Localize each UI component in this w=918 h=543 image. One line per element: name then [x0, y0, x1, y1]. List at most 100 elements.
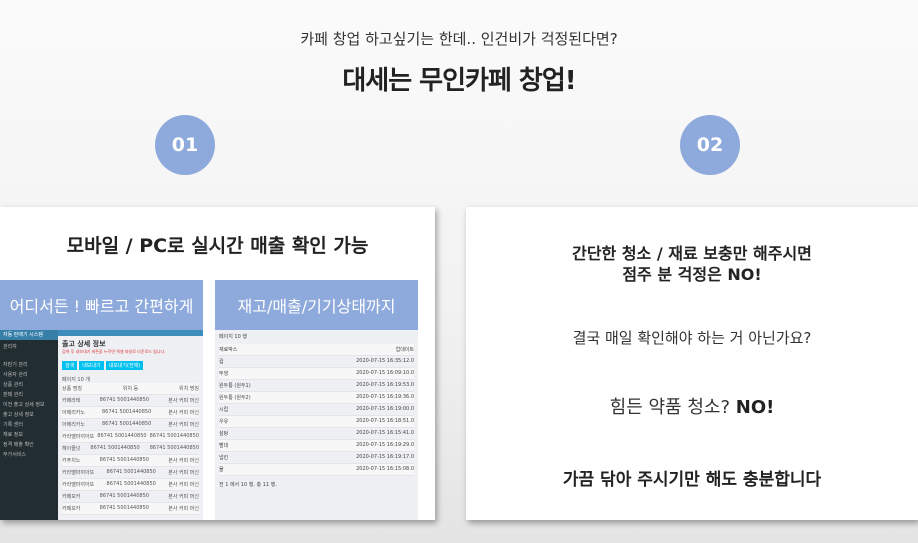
table-cell: 원두통 (원두2)	[219, 395, 251, 401]
table-cell: 아메리카노	[62, 422, 86, 428]
sidebar-item[interactable]: 기록 센터	[0, 418, 58, 428]
table-row: 시럽 2020-07-15 16:19:00.0	[219, 404, 414, 416]
table-cell: 86741 5001440850	[99, 397, 149, 403]
subtitle: 카페 창업 하고싶기는 한데.. 인건비가 걱정된다면?	[300, 30, 618, 48]
column-header: 재료박스	[219, 347, 238, 353]
sidebar-item[interactable]: 판매 관리	[0, 388, 58, 398]
table-cell: 카푸치노	[62, 458, 81, 464]
table-row: 카라멜마끼아또 86741 5001440850 86741 5001440850	[62, 431, 199, 443]
column-header: 위치 등	[122, 386, 139, 392]
feature-card-monitoring: 모바일 / PC로 실시간 매출 확인 가능 어디서든 ! 빠르고 간편하게 자…	[0, 207, 435, 520]
notice: 검색 후 내보내기 버튼을 누르면 엑셀 파일로 다운로드 됩니다.	[62, 349, 166, 354]
card-heading: 모바일 / PC로 실시간 매출 확인 가능	[66, 235, 369, 257]
table-cell: 본사 커피 머신	[168, 482, 199, 488]
table-cell: 86741 5001440850	[90, 445, 140, 451]
table-cell: 86741 5001440850	[99, 457, 149, 463]
table-cell: 설탕	[219, 431, 229, 437]
admin-main: 출고 상세 정보 검색 후 내보내기 버튼을 누르면 엑셀 파일로 다운로드 됩…	[58, 330, 203, 520]
sidebar-item[interactable]: 사용자 관리	[0, 368, 58, 378]
table-row: 컵 2020-07-15 16:35:12.0	[219, 356, 414, 368]
table-cell: 86741 5001440850	[99, 493, 149, 499]
table-row: 카라멜마끼아또 86741 5001440850 본사 커피 머신	[62, 479, 199, 491]
table-cell: 카페모카	[62, 506, 81, 512]
table-cell: 본사 커피 머신	[168, 506, 199, 512]
table-cell: 본사 커피 머신	[168, 458, 199, 464]
sidebar-item[interactable]: 부가서비스	[0, 448, 58, 458]
table-row: 우유 2020-07-15 16:18:51.0	[219, 416, 414, 428]
table-cell: 카페모카	[62, 494, 81, 500]
sidebar-item[interactable]: 상품 관리	[0, 378, 58, 388]
table-row: 헤이즐넛 86741 5001440850 86741 5001440850	[62, 443, 199, 455]
table-row: 카페라테 86741 5001440850 본사 커피 머신	[62, 395, 199, 407]
table-cell: 2020-07-15 16:19:29.0	[356, 442, 414, 448]
table-row: 카푸치노 86741 5001440850 본사 커피 머신	[62, 455, 199, 467]
table-cell: 본사 커피 머신	[168, 494, 199, 500]
table-cell: 본사 커피 머신	[168, 410, 199, 416]
sidebar-item[interactable]: 출고 상세 정보	[0, 408, 58, 418]
table-row: 원두통 (원두2) 2020-07-15 16:19:36.0	[219, 392, 414, 404]
cleaning-question: 힘든 약품 청소?	[609, 397, 731, 418]
table-cell: 카라멜마끼아또	[62, 434, 95, 440]
table-cell: 2020-07-15 16:19:36.0	[356, 394, 414, 400]
table-cell: 본사 커피 머신	[168, 470, 199, 476]
table-cell: 2020-07-15 16:15:41.0	[356, 430, 414, 436]
table-cell: 카라멜마끼아또	[62, 470, 95, 476]
table-header: 재료박스 업데이트	[219, 344, 414, 356]
table-cell: 냅킨	[219, 455, 229, 461]
table-row: 설탕 2020-07-15 16:15:41.0	[219, 428, 414, 440]
table-cell: 우유	[219, 419, 229, 425]
table-row: 물 2020-07-15 16:15:08.0	[219, 464, 414, 476]
table-cell: 2020-07-15 16:35:12.0	[356, 358, 414, 364]
headline-1: 간단한 청소 / 재료 보충만 해주시면	[572, 244, 812, 263]
table-cell: 86741 5001440850	[149, 433, 199, 439]
table-cell: 86741 5001440850	[149, 445, 199, 451]
table-cell: 2020-07-15 16:18:51.0	[356, 418, 414, 424]
sidebar-item[interactable]: 재료 정보	[0, 428, 58, 438]
table-cell: 86741 5001440850	[106, 481, 156, 487]
table-cell: 86741 5001440850	[97, 433, 147, 439]
table-header: 상품 명칭 위치 등 위치 명칭	[62, 383, 199, 395]
table-cell: 2020-07-15 16:19:00.0	[356, 406, 414, 412]
page-title: 대세는 무인카페 창업!	[342, 66, 576, 96]
panel-label: 재고/매출/기기상태까지	[215, 280, 418, 330]
sidebar-item[interactable]: 이전 출고 상세 정보	[0, 398, 58, 408]
table-cell: 물	[219, 467, 224, 473]
table-cell: 2020-07-15 16:09:10.0	[356, 370, 414, 376]
action-button[interactable]: 내보내기	[79, 361, 104, 370]
cleaning-no: NO!	[735, 397, 775, 418]
action-button[interactable]: 내보내기(전체)	[105, 361, 144, 370]
column-header: 상품 명칭	[62, 386, 82, 392]
table-cell: 시럽	[219, 407, 229, 413]
step-badge-1: 01	[155, 115, 215, 175]
admin-sidebar: 자동 판매기 시스템 관리자 자판기 관리 사용자 관리 상품 관리 판매 관리 이전 …	[0, 330, 58, 520]
table-row: 뚜껑 2020-07-15 16:09:10.0	[219, 368, 414, 380]
inventory-screenshot: 페이지 10 행 재료박스 업데이트컵 2020-07-15 16:35:12.0 뚜…	[215, 330, 418, 520]
table-row: 냅킨 2020-07-15 16:19:17.0	[219, 452, 414, 464]
sidebar-item[interactable]: 정격 매출 확인	[0, 438, 58, 448]
headline-2: 점주 분 걱정은 NO!	[622, 265, 762, 284]
action-button[interactable]: 검색	[62, 361, 78, 370]
per-page: 페이지 10 행	[219, 334, 247, 340]
table-row: 빨대 2020-07-15 16:19:29.0	[219, 440, 414, 452]
table-cell: 본사 커피 머신	[168, 422, 199, 428]
sidebar-item[interactable]: 자판기 관리	[0, 358, 58, 368]
status-panel: 재고/매출/기기상태까지 페이지 10 행 재료박스 업데이트컵 2020-07-1…	[215, 280, 418, 520]
step-badge-2: 02	[680, 115, 740, 175]
table-row: 카라멜마끼아또 86741 5001440850 본사 커피 머신	[62, 467, 199, 479]
admin-screenshot: 자동 판매기 시스템 관리자 자판기 관리 사용자 관리 상품 관리 판매 관리 이전 …	[0, 330, 203, 520]
table-row: 카페모카 86741 5001440850 본사 커피 머신	[62, 491, 199, 503]
table-row: 아메리카노 86741 5001440850 본사 커피 머신	[62, 419, 199, 431]
table-cell: 원두통 (원두1)	[219, 383, 251, 389]
table-row: 카페모카 86741 5001440850 본사 커피 머신	[62, 503, 199, 515]
table-row: 아메리카노 86741 5001440850 본사 커피 머신	[62, 407, 199, 419]
table-cell: 뚜껑	[219, 371, 229, 377]
closing-text: 가끔 닦아 주시기만 해도 충분합니다	[562, 470, 822, 490]
column-header: 업데이트	[395, 347, 414, 353]
admin-page-title: 출고 상세 정보	[62, 340, 106, 348]
table-cell: 86741 5001440850	[99, 505, 149, 511]
table-cell: 컵	[219, 359, 224, 365]
column-header: 위치 명칭	[178, 386, 199, 392]
table-cell: 2020-07-15 16:15:08.0	[356, 466, 414, 472]
user: 관리자	[3, 344, 17, 350]
table-cell: 아메리카노	[62, 410, 86, 416]
